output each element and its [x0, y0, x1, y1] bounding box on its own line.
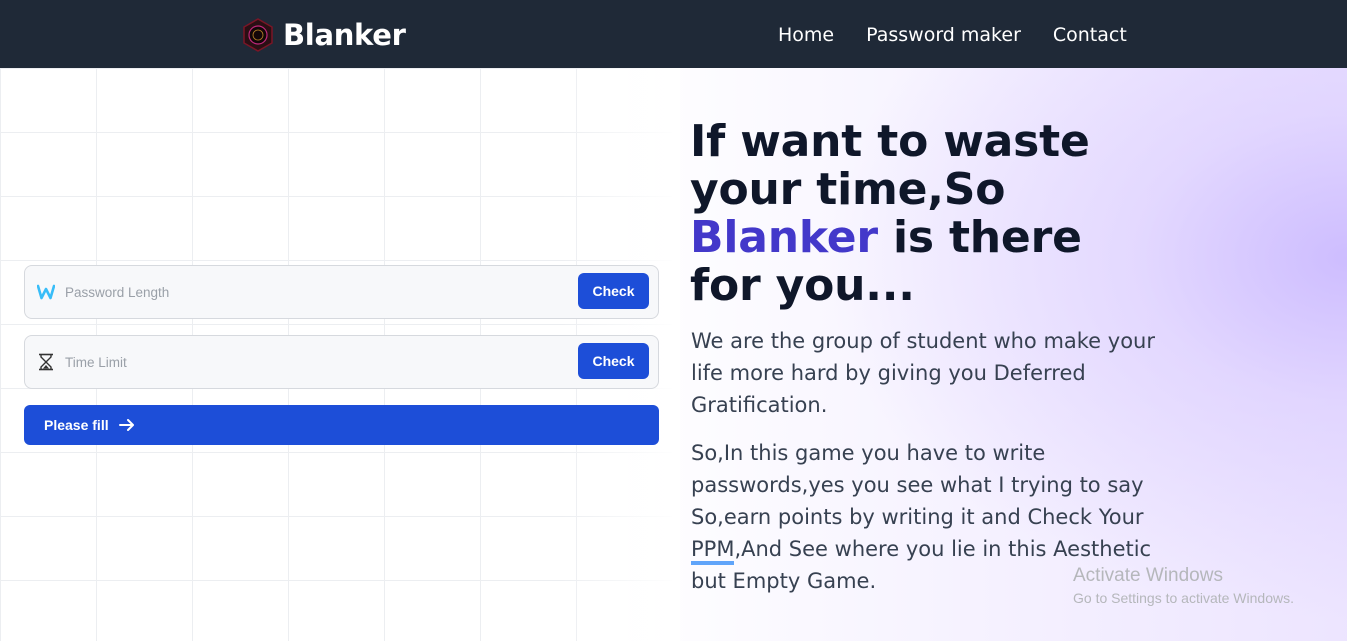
time-limit-input[interactable]	[65, 346, 565, 378]
hero-title-accent: Blanker	[690, 212, 878, 263]
nav-password-maker-link[interactable]: Password maker	[866, 22, 1021, 48]
please-fill-label: Please fill	[44, 417, 109, 433]
hero-title-part1: If want to waste your time,So	[690, 116, 1090, 215]
hero-title: If want to waste your time,So Blanker is…	[690, 118, 1160, 310]
password-length-input[interactable]	[65, 276, 565, 308]
password-length-field: Check	[24, 265, 659, 319]
hexagon-logo-icon	[243, 18, 273, 52]
please-fill-button[interactable]: Please fill	[24, 405, 659, 445]
time-limit-check-button[interactable]: Check	[578, 343, 649, 379]
ppm-highlight: PPM	[691, 537, 735, 565]
activate-windows-watermark: Activate Windows Go to Settings to activ…	[1073, 565, 1294, 609]
nav-home-link[interactable]: Home	[778, 22, 834, 48]
watermark-title: Activate Windows	[1073, 565, 1223, 586]
hourglass-icon	[36, 351, 56, 373]
watermark-subtitle: Go to Settings to activate Windows.	[1073, 590, 1294, 606]
w-letter-icon	[36, 281, 56, 303]
nav-contact-link[interactable]: Contact	[1053, 22, 1127, 48]
hero-p2-before: So,In this game you have to write passwo…	[691, 441, 1144, 529]
password-length-check-button[interactable]: Check	[578, 273, 649, 309]
main-nav: Home Password maker Contact	[778, 22, 1159, 48]
brand[interactable]: Blanker	[243, 17, 406, 53]
time-limit-field: Check	[24, 335, 659, 389]
brand-name: Blanker	[283, 18, 406, 52]
navbar: Blanker Home Password maker Contact	[0, 0, 1347, 68]
arrow-right-icon	[118, 419, 135, 431]
hero-description: We are the group of student who make you…	[691, 329, 1155, 417]
